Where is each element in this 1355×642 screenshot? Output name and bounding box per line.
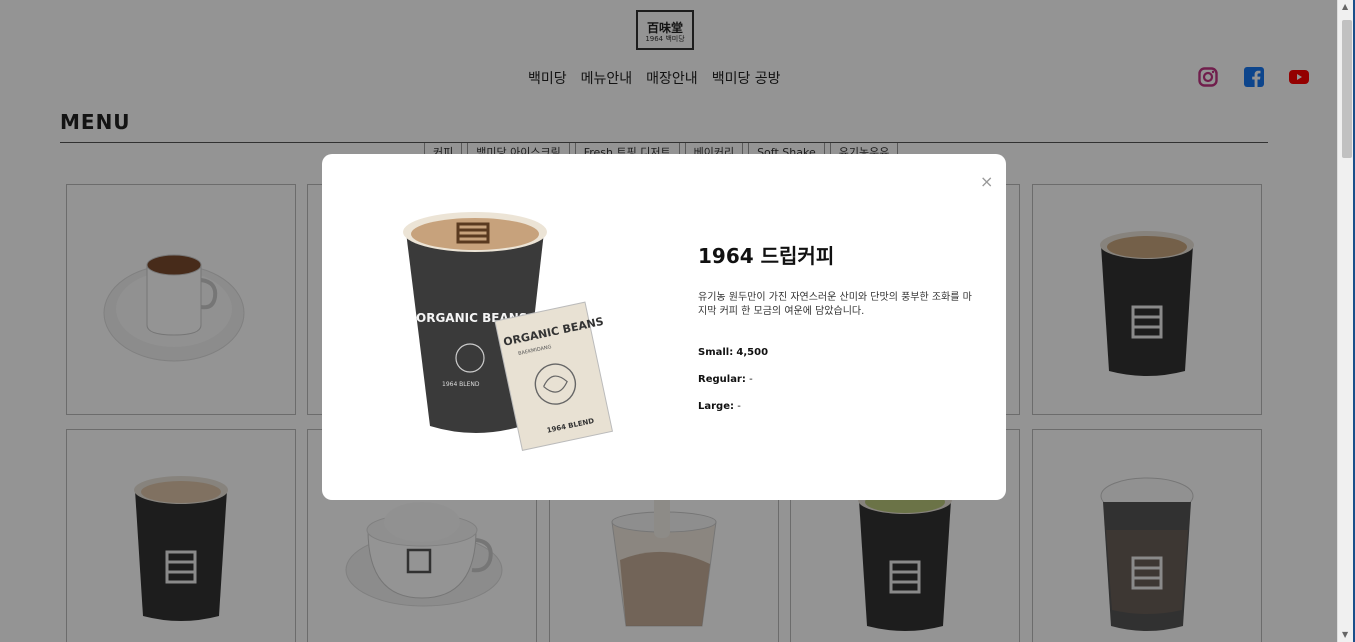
page-viewport: 百味堂 1964 백미당 백미당 메뉴안내 매장안내 백미당 공방 MENU 커… bbox=[0, 0, 1337, 642]
price-large-value: - bbox=[737, 401, 741, 412]
product-title: 1964 드립커피 bbox=[698, 244, 835, 268]
price-small: Small: 4,500 bbox=[698, 347, 768, 358]
product-description: 유기농 원두만이 가진 자연스러운 산미와 단맛의 풍부한 조화를 마지막 커피… bbox=[698, 292, 972, 317]
price-regular-value: - bbox=[749, 374, 753, 385]
cup-blend-label: 1964 BLEND bbox=[442, 381, 480, 388]
price-regular-label: Regular: bbox=[698, 374, 746, 385]
scrollbar-thumb[interactable] bbox=[1342, 20, 1352, 158]
price-small-value: 4,500 bbox=[736, 347, 769, 358]
scroll-up-icon[interactable]: ▲ bbox=[1342, 2, 1348, 11]
price-regular: Regular: - bbox=[698, 374, 753, 385]
price-large: Large: - bbox=[698, 401, 741, 412]
scroll-down-icon[interactable]: ▼ bbox=[1342, 630, 1348, 639]
product-modal: × ORGANIC BEANS 1964 BLEND ORGANIC BEANS… bbox=[322, 154, 1006, 500]
drip-coffee-product-image: ORGANIC BEANS 1964 BLEND ORGANIC BEANS B… bbox=[403, 212, 614, 451]
price-small-label: Small: bbox=[698, 347, 734, 358]
close-icon[interactable]: × bbox=[980, 172, 993, 191]
price-large-label: Large: bbox=[698, 401, 734, 412]
